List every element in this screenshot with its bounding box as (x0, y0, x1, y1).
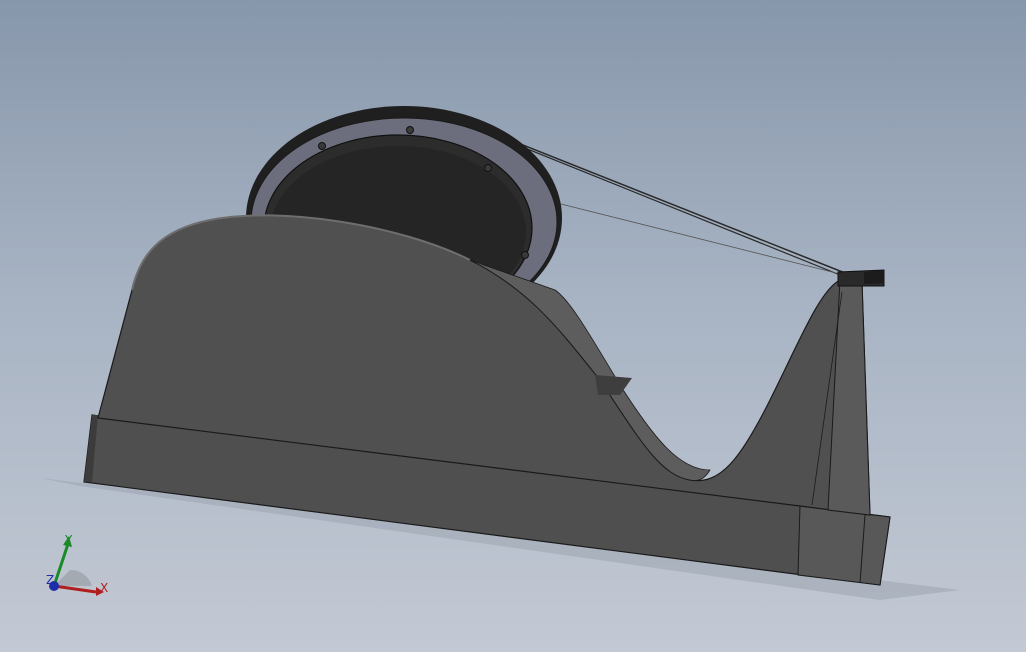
view-orientation-triad: X Y Z (40, 530, 120, 600)
tape-dispenser-model[interactable] (0, 0, 1026, 652)
graphics-viewport[interactable]: X Y Z (0, 0, 1026, 652)
triad-y-label: Y (65, 533, 73, 547)
triad-z-label: Z (46, 573, 55, 587)
triad-x-label: X (100, 581, 109, 595)
